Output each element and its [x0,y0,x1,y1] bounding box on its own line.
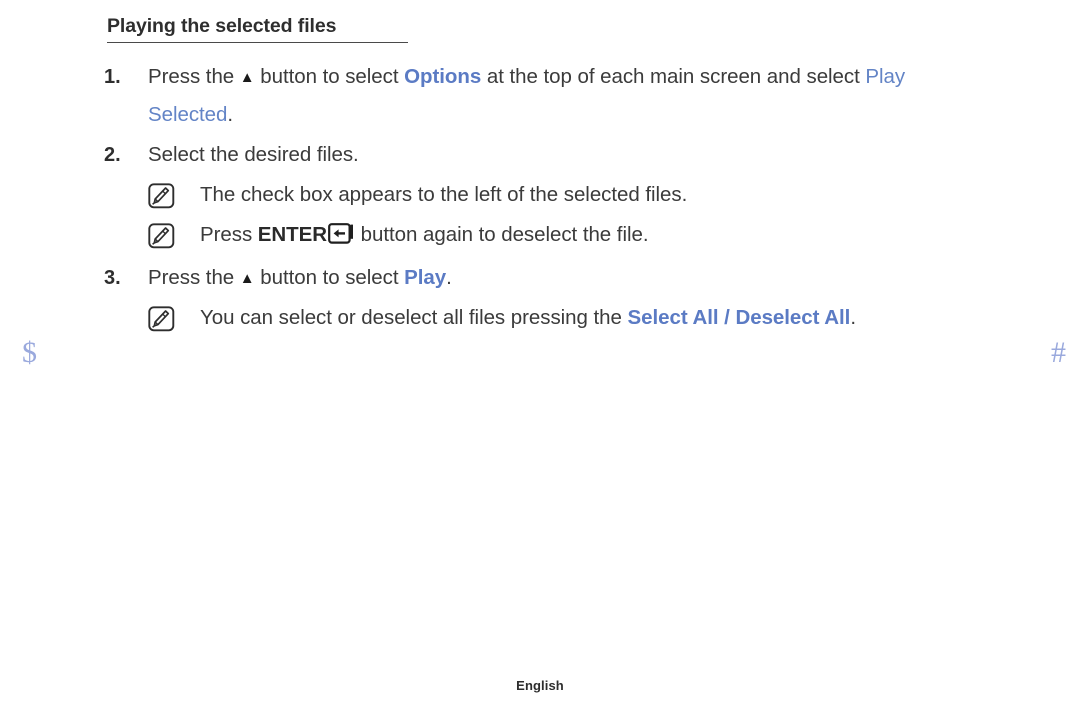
step3-text-b: button to select [254,266,405,289]
note-item-enter-deselect: Press ENTER button again to deselect the… [0,216,1080,257]
note-item-select-all: You can select or deselect all files pre… [0,299,1080,337]
step1-text-b: button to select [254,65,405,88]
step-item-2: 2. Select the desired files. [0,136,1080,174]
step-text-1: Press the ▲ button to select Options at … [148,58,1080,134]
up-arrow-triangle-icon: ▲ [239,270,255,287]
page-title: Playing the selected files [107,15,337,37]
link-select-all-deselect-all[interactable]: Select All / Deselect All [628,306,851,329]
step-text-3: Press the ▲ button to select Play. [148,259,1080,297]
enter-key-icon [328,219,354,257]
note3-text-after: . [850,306,856,329]
link-play[interactable]: Play [404,266,446,289]
footer-language-label: English [516,678,564,693]
note-text-enter-deselect: Press ENTER button again to deselect the… [200,216,1080,257]
note3-text-before: You can select or deselect all files pre… [200,306,628,329]
step3-text-c: . [446,266,452,289]
note2-text-after: button again to deselect the file. [355,223,649,246]
link-options[interactable]: Options [404,65,481,88]
section-heading-block: Playing the selected files [107,14,409,44]
instructions-list: 1. Press the ▲ button to select Options … [0,58,1080,339]
enter-key-icon-svg [328,223,354,244]
step-number-2: 2. [104,144,121,166]
left-edge-mark: $ [22,336,37,369]
heading-underline-rule [107,42,408,44]
note-pencil-icon [148,176,200,209]
note-text-select-all: You can select or deselect all files pre… [200,299,1080,337]
keyword-enter: ENTER [257,223,328,246]
step2-text: Select the desired files. [148,143,359,166]
note-pencil-icon-svg [148,183,175,209]
step-number-3: 3. [104,267,121,289]
step-number-1: 1. [104,66,121,88]
right-edge-mark: # [1051,336,1066,369]
step3-text-a: Press the [148,266,240,289]
note-pencil-icon-svg [148,306,175,332]
note-text-check-box: The check box appears to the left of the… [200,183,688,206]
step1-text-d: . [227,103,234,126]
note-pencil-icon [148,216,200,249]
step-text-2: Select the desired files. [148,136,1080,174]
note-pencil-icon-svg [148,223,175,249]
step-item-1: 1. Press the ▲ button to select Options … [0,58,1080,134]
step-item-3: 3. Press the ▲ button to select Play. [0,259,1080,297]
step1-text-c: at the top of each main screen and selec… [481,65,866,88]
note2-text-before: Press [200,223,258,246]
note-item-check-box: The check box appears to the left of the… [0,176,1080,214]
note-pencil-icon [148,299,200,332]
step1-text-a: Press the [148,65,240,88]
up-arrow-triangle-icon: ▲ [239,69,255,86]
document-page: $ # Playing the selected files 1. Press … [0,0,1080,705]
